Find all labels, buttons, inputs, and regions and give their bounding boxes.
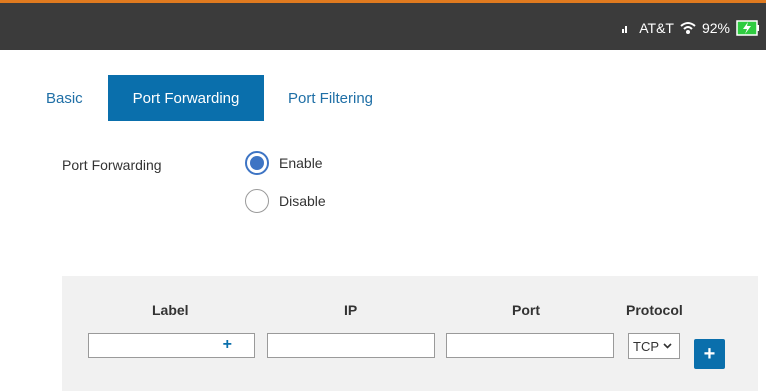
enable-radio[interactable]: [245, 151, 269, 175]
add-rule-button[interactable]: +: [694, 339, 725, 369]
label-field-wrapper: +: [88, 333, 255, 358]
column-header-label: Label: [152, 302, 189, 318]
port-forwarding-label: Port Forwarding: [62, 157, 162, 173]
ip-input[interactable]: [268, 334, 434, 357]
wifi-icon: [680, 22, 696, 34]
protocol-select[interactable]: TCP: [628, 333, 680, 359]
column-header-port: Port: [512, 302, 540, 318]
enable-radio-option[interactable]: Enable: [245, 151, 323, 175]
status-indicators: AT&T 92%: [622, 18, 760, 38]
disable-label: Disable: [279, 193, 326, 209]
port-field-wrapper: [446, 333, 614, 358]
chevron-down-icon: [663, 343, 672, 349]
signal-icon: [622, 23, 628, 33]
tab-port-filtering[interactable]: Port Filtering: [264, 75, 373, 121]
protocol-selected-value: TCP: [633, 338, 659, 354]
column-header-protocol: Protocol: [626, 302, 683, 318]
status-bar: AT&T 92%: [0, 0, 766, 50]
ip-field-wrapper: [267, 333, 435, 358]
column-header-ip: IP: [344, 302, 358, 318]
label-plus-icon[interactable]: +: [223, 336, 232, 354]
battery-percent: 92%: [701, 20, 730, 36]
port-input[interactable]: [447, 334, 613, 357]
enable-label: Enable: [279, 155, 323, 171]
plus-icon: +: [703, 342, 716, 365]
disable-radio-option[interactable]: Disable: [245, 189, 326, 213]
tab-bar: Basic Port Forwarding Port Filtering: [46, 75, 373, 121]
tab-port-forwarding[interactable]: Port Forwarding: [108, 75, 264, 121]
disable-radio[interactable]: [245, 189, 269, 213]
battery-charging-icon: [736, 20, 759, 36]
tab-basic[interactable]: Basic: [46, 75, 108, 121]
carrier-name: AT&T: [639, 20, 674, 36]
